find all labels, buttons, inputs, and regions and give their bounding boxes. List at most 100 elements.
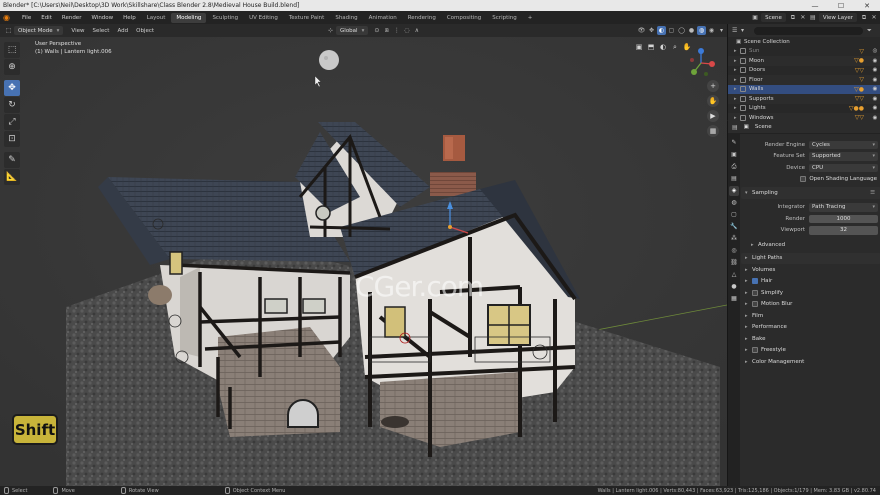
view-layer-tab-icon[interactable]: ▤ xyxy=(729,174,739,184)
eye-icon[interactable]: ◉ xyxy=(870,105,880,111)
3d-viewport[interactable]: User Perspective (1) Walls | Lantern lig… xyxy=(0,37,727,486)
snap-target-icon[interactable]: ⋮ xyxy=(392,26,401,35)
copy-icon[interactable]: ⧉ xyxy=(860,14,868,22)
integrator-dropdown[interactable]: Path Tracing ▾ xyxy=(809,203,878,212)
eye-icon[interactable]: ◉ xyxy=(870,67,880,73)
tab-rendering[interactable]: Rendering xyxy=(403,13,441,23)
panel-motion-blur[interactable]: ▸ Motion Blur xyxy=(741,299,880,311)
panel-light-paths[interactable]: ▸ Light Paths xyxy=(741,252,880,264)
checkbox[interactable] xyxy=(740,114,746,121)
falloff-icon[interactable]: ∧ xyxy=(412,26,421,35)
xray-icon[interactable]: ▢ xyxy=(667,26,676,35)
panel-performance[interactable]: ▸ Performance xyxy=(741,322,880,334)
outliner-item-sun[interactable]: ▸ Sun ▽ ◎ xyxy=(728,47,880,57)
maximize-button[interactable]: ☐ xyxy=(828,2,854,10)
pivot-icon[interactable]: ⊙ xyxy=(372,26,381,35)
motion-blur-checkbox[interactable] xyxy=(752,301,758,308)
panel-color-management[interactable]: ▸ Color Management xyxy=(741,356,880,368)
physics-tab-icon[interactable]: ◎ xyxy=(729,246,739,256)
tab-scripting[interactable]: Scripting xyxy=(487,13,521,23)
visibility-icon[interactable]: 👁 xyxy=(637,26,646,35)
zoom-view-icon[interactable]: + xyxy=(707,80,719,92)
filter-icon[interactable]: ▾ xyxy=(741,27,750,34)
close-button[interactable]: ✕ xyxy=(854,2,880,10)
copy-icon[interactable]: ⧉ xyxy=(789,14,797,22)
measure-icon[interactable]: 📐 xyxy=(4,169,20,185)
eye-icon[interactable]: ◉ xyxy=(870,86,880,92)
panel-freestyle[interactable]: ▸ Freestyle xyxy=(741,345,880,357)
outliner-search-input[interactable] xyxy=(754,26,863,35)
cursor-icon[interactable]: ⊕ xyxy=(4,59,20,75)
close-icon[interactable]: ✕ xyxy=(799,14,807,21)
scene-collection-row[interactable]: ▣ Scene Collection xyxy=(728,37,880,47)
minimize-button[interactable]: — xyxy=(802,2,828,10)
tab-uv-editing[interactable]: UV Editing xyxy=(244,13,283,23)
tool-tab-icon[interactable]: ✎ xyxy=(729,138,739,148)
material-tab-icon[interactable]: ● xyxy=(729,282,739,292)
menu-render[interactable]: Render xyxy=(57,15,87,21)
view-layer-selector[interactable]: View Layer xyxy=(818,13,857,22)
menu-view[interactable]: View xyxy=(67,28,88,34)
rotate-icon[interactable]: ↻ xyxy=(4,97,20,113)
constraints-tab-icon[interactable]: ⛓ xyxy=(729,258,739,268)
local-view-icon[interactable]: ◐ xyxy=(658,42,668,52)
menu-help[interactable]: Help xyxy=(118,15,141,21)
checkbox[interactable] xyxy=(740,95,746,102)
add-workspace-button[interactable]: + xyxy=(523,13,538,23)
menu-window[interactable]: Window xyxy=(86,15,118,21)
panel-simplify[interactable]: ▸ Simplify xyxy=(741,287,880,299)
shading-wireframe-icon[interactable]: ◯ xyxy=(677,26,686,35)
select-box-icon[interactable]: ⬚ xyxy=(4,42,20,58)
osl-checkbox[interactable] xyxy=(800,176,807,183)
panel-sampling[interactable]: ▾ Sampling ☰ xyxy=(741,187,880,199)
camera-icon[interactable]: ▶ xyxy=(707,110,719,122)
checkbox[interactable] xyxy=(740,86,746,93)
gizmo-toggle-icon[interactable]: ✥ xyxy=(647,26,656,35)
eye-icon[interactable]: ◉ xyxy=(870,115,880,121)
menu-edit[interactable]: Edit xyxy=(36,15,57,21)
tab-modeling[interactable]: Modeling xyxy=(171,12,207,23)
particles-tab-icon[interactable]: ⁂ xyxy=(729,234,739,244)
tab-shading[interactable]: Shading xyxy=(330,13,362,23)
viewport-samples-field[interactable]: 32 xyxy=(809,226,878,235)
shading-options-icon[interactable]: ▾ xyxy=(717,26,726,35)
outliner-item-lights[interactable]: ▸ Lights ▽●● ◉ xyxy=(728,104,880,114)
camera-view-icon[interactable]: ▣ xyxy=(634,42,644,52)
blender-logo-icon[interactable]: ◉ xyxy=(3,13,13,23)
texture-tab-icon[interactable]: ▦ xyxy=(729,294,739,304)
checkbox[interactable] xyxy=(740,48,746,55)
scene-selector[interactable]: Scene xyxy=(761,13,786,22)
pan-view-icon[interactable]: ✋ xyxy=(707,95,719,107)
panel-advanced[interactable]: ▸ Advanced xyxy=(741,239,880,251)
outliner-item-moon[interactable]: ▸ Moon ▽● ◉ xyxy=(728,56,880,66)
grid-icon[interactable]: ▦ xyxy=(707,125,719,137)
device-dropdown[interactable]: CPU ▾ xyxy=(809,163,878,172)
preset-list-icon[interactable]: ☰ xyxy=(870,190,875,196)
modifier-tab-icon[interactable]: 🔧 xyxy=(729,222,739,232)
view-layer-icon[interactable]: ▤ xyxy=(809,14,817,21)
panel-hair[interactable]: ▸ Hair xyxy=(741,276,880,288)
object-tab-icon[interactable]: ▢ xyxy=(729,210,739,220)
freestyle-checkbox[interactable] xyxy=(752,347,758,354)
transform-orientation-dropdown[interactable]: Global ▾ xyxy=(336,26,369,35)
outliner-item-doors[interactable]: ▸ Doors ▽▽ ◉ xyxy=(728,66,880,76)
outliner-item-supports[interactable]: ▸ Supports ▽▽ ◉ xyxy=(728,94,880,104)
outliner-editor-icon[interactable]: ☰ xyxy=(732,27,741,34)
render-samples-field[interactable]: 1000 xyxy=(809,214,878,223)
eye-icon[interactable]: ◉ xyxy=(870,77,880,83)
overlay-toggle-icon[interactable]: ◐ xyxy=(657,26,666,35)
eye-icon[interactable]: ◉ xyxy=(870,96,880,102)
eye-icon[interactable]: ◉ xyxy=(870,58,880,64)
transform-icon[interactable]: ⊡ xyxy=(4,131,20,147)
shading-rendered-icon[interactable]: ◉ xyxy=(707,26,716,35)
proportional-edit-icon[interactable]: ◌ xyxy=(402,26,411,35)
data-tab-icon[interactable]: △ xyxy=(729,270,739,280)
world-tab-icon[interactable]: ◍ xyxy=(729,198,739,208)
checkbox[interactable] xyxy=(740,57,746,64)
scene-tab-icon[interactable]: ◈ xyxy=(729,186,739,196)
close-icon[interactable]: ✕ xyxy=(870,14,878,21)
properties-editor-icon[interactable]: ▤ xyxy=(732,124,738,131)
eye-icon[interactable]: ◎ xyxy=(870,48,880,54)
move-icon[interactable]: ✥ xyxy=(4,80,20,96)
menu-select[interactable]: Select xyxy=(88,28,113,34)
